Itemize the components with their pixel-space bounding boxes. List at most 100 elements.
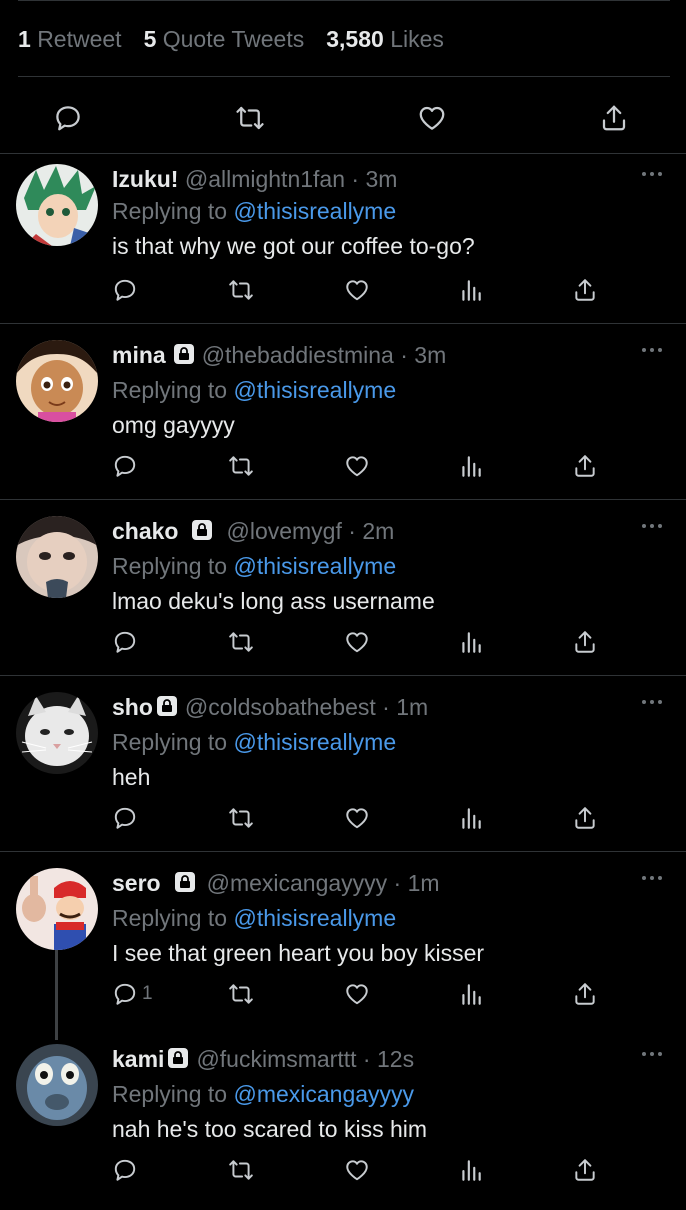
views-button[interactable] — [458, 274, 484, 306]
mention-link[interactable]: @thisisreallyme — [233, 553, 396, 579]
user-handle[interactable]: @allmightn1fan — [185, 166, 345, 192]
reply-tweet[interactable]: mina @thebaddiestmina · 3m Replying to @t… — [0, 330, 686, 506]
reply-tweet[interactable]: kami @fuckimsmarttt · 12s Replying to @me… — [0, 1034, 686, 1210]
display-name[interactable]: kami — [112, 1046, 164, 1072]
more-icon — [642, 700, 662, 704]
retweet-button[interactable] — [228, 978, 254, 1010]
retweet-button[interactable] — [228, 450, 254, 482]
reply-button[interactable]: 1 — [112, 978, 153, 1010]
like-button[interactable] — [412, 98, 452, 138]
reply-action-bar — [112, 802, 612, 838]
heart-icon — [419, 106, 445, 130]
like-button[interactable] — [344, 274, 370, 306]
avatar[interactable] — [16, 868, 98, 950]
display-name[interactable]: sero — [112, 870, 161, 896]
like-button[interactable] — [344, 1154, 370, 1186]
more-options-button[interactable] — [640, 166, 664, 182]
timestamp[interactable]: 1m — [408, 870, 440, 896]
replying-to-label: Replying to — [112, 553, 228, 579]
display-name[interactable]: Izuku! — [112, 166, 178, 192]
views-button[interactable] — [458, 450, 484, 482]
reply-tweet[interactable]: Izuku! @allmightn1fan · 3m Replying to @… — [0, 154, 686, 330]
display-name[interactable]: mina — [112, 342, 166, 368]
quote-tweet-count[interactable]: 5 Quote Tweets — [144, 26, 327, 52]
share-icon — [575, 807, 595, 829]
share-button[interactable] — [572, 450, 598, 482]
tweet-text: nah he's too scared to kiss him — [112, 1116, 428, 1142]
share-button[interactable] — [572, 978, 598, 1010]
more-icon — [642, 1052, 662, 1056]
reply-action-bar — [112, 626, 612, 662]
avatar[interactable] — [16, 692, 98, 774]
timestamp[interactable]: 1m — [396, 694, 428, 720]
user-handle[interactable]: @thebaddiestmina — [202, 342, 394, 368]
user-handle[interactable]: @coldsobathebest — [185, 694, 376, 720]
more-options-button[interactable] — [640, 870, 664, 886]
mention-link[interactable]: @thisisreallyme — [233, 198, 396, 224]
user-handle[interactable]: @lovemygf — [226, 518, 341, 544]
retweet-button[interactable] — [228, 626, 254, 658]
reply-button[interactable] — [48, 98, 88, 138]
views-button[interactable] — [458, 626, 484, 658]
views-button[interactable] — [458, 1154, 484, 1186]
retweet-button[interactable] — [230, 98, 270, 138]
replying-to-label: Replying to — [112, 198, 228, 224]
share-button[interactable] — [572, 274, 598, 306]
more-options-button[interactable] — [640, 1046, 664, 1062]
share-button[interactable] — [572, 626, 598, 658]
avatar[interactable] — [16, 164, 98, 246]
reply-tweet[interactable]: sero @mexicangayyyy · 1m Replying to @thi… — [0, 858, 686, 1034]
divider — [0, 675, 686, 676]
display-name[interactable]: sho — [112, 694, 153, 720]
timestamp[interactable]: 12s — [377, 1046, 414, 1072]
more-options-button[interactable] — [640, 694, 664, 710]
reply-tweet[interactable]: sho @coldsobathebest · 1m Replying to @th… — [0, 682, 686, 858]
mention-link[interactable]: @thisisreallyme — [233, 905, 396, 931]
more-options-button[interactable] — [640, 518, 664, 534]
reply-tweet[interactable]: chako @lovemygf · 2m Replying to @thisisr… — [0, 506, 686, 682]
like-button[interactable] — [344, 802, 370, 834]
reply-button[interactable] — [112, 274, 142, 306]
like-button[interactable] — [344, 978, 370, 1010]
timestamp[interactable]: 3m — [365, 166, 397, 192]
views-button[interactable] — [458, 978, 484, 1010]
like-count[interactable]: 3,580 Likes — [326, 26, 466, 52]
reply-icon — [114, 455, 136, 477]
mention-link[interactable]: @thisisreallyme — [233, 729, 396, 755]
reply-button[interactable] — [112, 626, 142, 658]
retweet-button[interactable] — [228, 1154, 254, 1186]
share-button[interactable] — [572, 1154, 598, 1186]
analytics-icon — [462, 456, 481, 477]
retweet-icon — [229, 984, 253, 1004]
more-options-button[interactable] — [640, 342, 664, 358]
like-button[interactable] — [344, 450, 370, 482]
views-button[interactable] — [458, 802, 484, 834]
avatar[interactable] — [16, 340, 98, 422]
user-handle[interactable]: @fuckimsmarttt — [196, 1046, 356, 1072]
share-button[interactable] — [572, 802, 598, 834]
reply-button[interactable] — [112, 1154, 142, 1186]
mention-link[interactable]: @mexicangayyyy — [233, 1081, 414, 1107]
mention-link[interactable]: @thisisreallyme — [233, 377, 396, 403]
retweet-count[interactable]: 1 Retweet — [18, 26, 144, 52]
reply-button[interactable] — [112, 450, 142, 482]
heart-icon — [346, 984, 368, 1005]
retweet-button[interactable] — [228, 802, 254, 834]
like-button[interactable] — [344, 626, 370, 658]
replying-to-label: Replying to — [112, 729, 228, 755]
avatar[interactable] — [16, 516, 98, 598]
timestamp[interactable]: 2m — [362, 518, 394, 544]
reply-button[interactable] — [112, 802, 142, 834]
retweet-button[interactable] — [228, 274, 254, 306]
share-icon — [575, 983, 595, 1005]
user-handle[interactable]: @mexicangayyyy — [207, 870, 388, 896]
reply-action-bar — [112, 450, 612, 486]
display-name[interactable]: chako — [112, 518, 178, 544]
lock-icon — [173, 344, 194, 364]
analytics-icon — [462, 280, 481, 301]
avatar[interactable] — [16, 1044, 98, 1126]
share-button[interactable] — [594, 98, 634, 138]
tweet-text: omg gayyyy — [112, 412, 235, 438]
tweet-action-bar — [0, 78, 686, 154]
timestamp[interactable]: 3m — [414, 342, 446, 368]
